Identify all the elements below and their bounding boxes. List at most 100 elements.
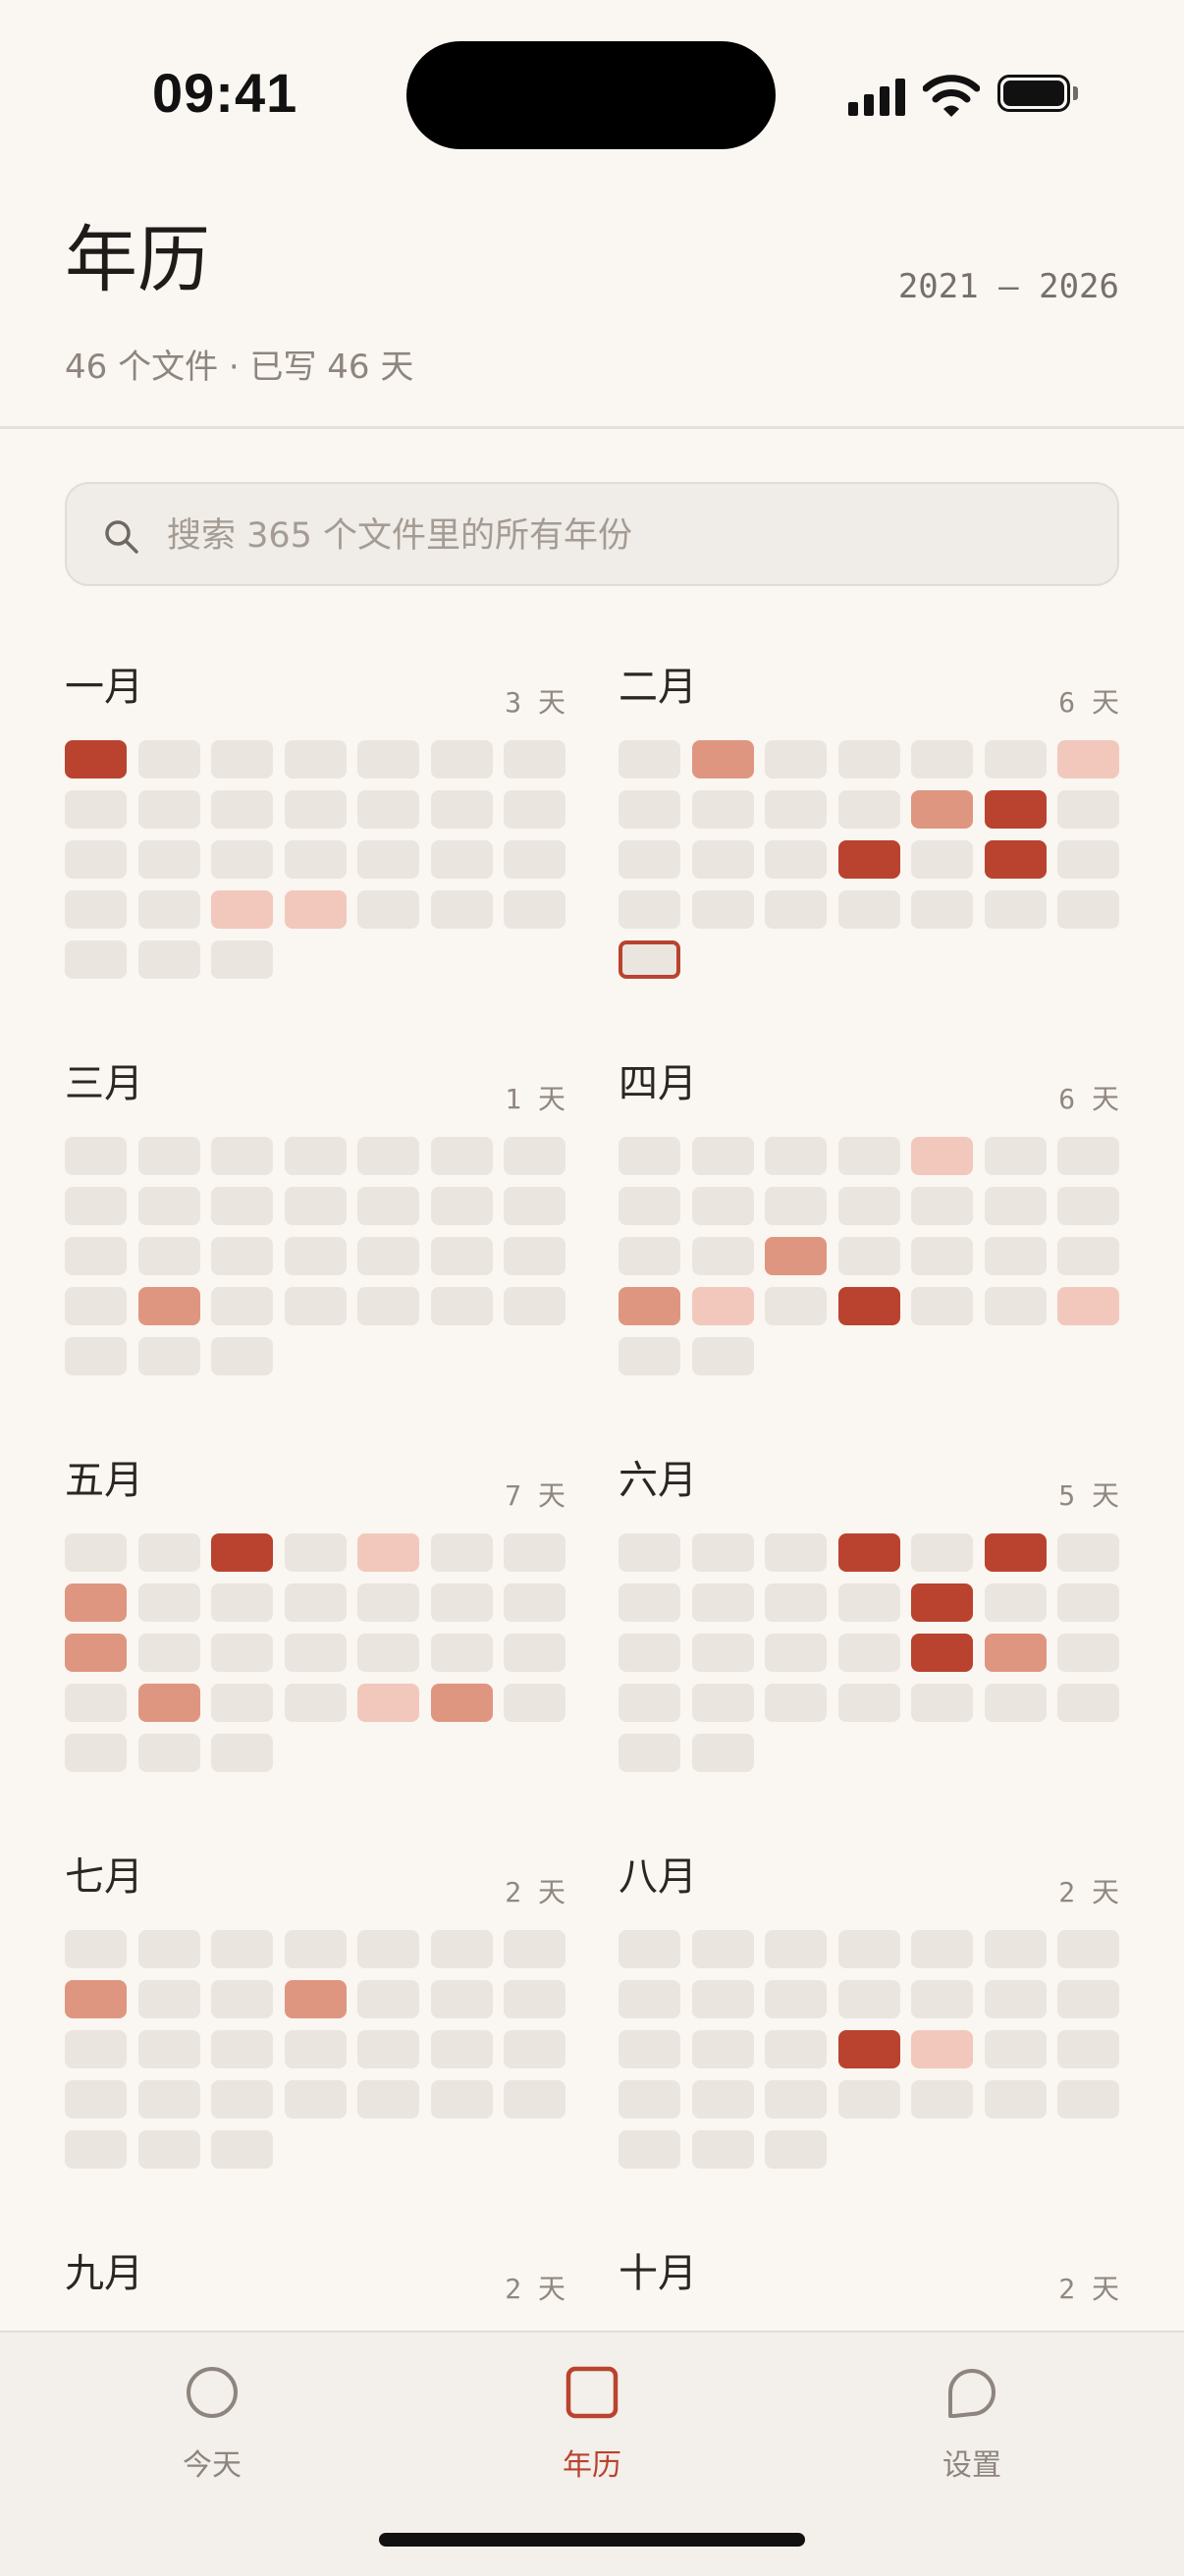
day-cell[interactable] [211,790,273,829]
day-cell[interactable] [1057,1237,1119,1275]
day-cell[interactable] [911,1980,973,2018]
day-cell[interactable] [285,1980,347,2018]
day-cell[interactable] [692,1930,754,1968]
day-cell[interactable] [838,1980,900,2018]
day-cell[interactable] [985,1930,1047,1968]
day-cell[interactable] [431,1237,493,1275]
day-cell[interactable] [1057,1187,1119,1225]
day-cell[interactable] [911,1930,973,1968]
day-cell[interactable] [431,1684,493,1722]
day-cell[interactable] [357,1287,419,1325]
day-cell-today[interactable] [619,940,680,979]
day-cell[interactable] [357,1930,419,1968]
day-cell[interactable] [431,1980,493,2018]
day-cell[interactable] [838,1287,900,1325]
day-cell[interactable] [692,2080,754,2119]
day-cell[interactable] [211,1634,273,1672]
day-cell[interactable] [211,840,273,879]
day-cell[interactable] [619,1337,680,1375]
day-cell[interactable] [138,1337,200,1375]
day-cell[interactable] [285,1634,347,1672]
day-cell[interactable] [65,2030,127,2068]
day-cell[interactable] [838,1583,900,1622]
day-cell[interactable] [1057,1684,1119,1722]
day-cell[interactable] [357,1684,419,1722]
day-cell[interactable] [838,1187,900,1225]
day-cell[interactable] [504,1533,565,1572]
day-cell[interactable] [619,1137,680,1175]
day-cell[interactable] [911,1137,973,1175]
day-cell[interactable] [619,1533,680,1572]
day-cell[interactable] [504,2080,565,2119]
day-cell[interactable] [65,1137,127,1175]
day-cell[interactable] [765,1137,827,1175]
day-cell[interactable] [619,1980,680,2018]
day-cell[interactable] [1057,1980,1119,2018]
day-cell[interactable] [138,940,200,979]
day-cell[interactable] [431,790,493,829]
day-cell[interactable] [357,1583,419,1622]
day-cell[interactable] [985,1187,1047,1225]
day-cell[interactable] [1057,2080,1119,2119]
day-cell[interactable] [765,1684,827,1722]
day-cell[interactable] [985,2080,1047,2119]
day-cell[interactable] [1057,840,1119,879]
day-cell[interactable] [285,790,347,829]
day-cell[interactable] [357,790,419,829]
day-cell[interactable] [138,1684,200,1722]
day-cell[interactable] [692,1634,754,1672]
day-cell[interactable] [65,1187,127,1225]
day-cell[interactable] [765,2080,827,2119]
day-cell[interactable] [765,1930,827,1968]
day-cell[interactable] [65,1583,127,1622]
day-cell[interactable] [357,740,419,778]
day-cell[interactable] [692,1533,754,1572]
day-cell[interactable] [65,1684,127,1722]
day-cell[interactable] [911,890,973,929]
day-cell[interactable] [619,1930,680,1968]
day-cell[interactable] [765,1287,827,1325]
day-cell[interactable] [985,840,1047,879]
day-cell[interactable] [138,1237,200,1275]
day-cell[interactable] [765,1533,827,1572]
day-cell[interactable] [692,840,754,879]
day-cell[interactable] [211,1684,273,1722]
day-cell[interactable] [1057,740,1119,778]
day-cell[interactable] [838,840,900,879]
day-cell[interactable] [619,740,680,778]
day-cell[interactable] [838,2030,900,2068]
day-cell[interactable] [431,1287,493,1325]
day-cell[interactable] [765,2030,827,2068]
day-cell[interactable] [357,890,419,929]
day-cell[interactable] [985,1137,1047,1175]
day-cell[interactable] [138,1187,200,1225]
day-cell[interactable] [619,2080,680,2119]
day-cell[interactable] [1057,1533,1119,1572]
day-cell[interactable] [285,890,347,929]
day-cell[interactable] [692,1583,754,1622]
day-cell[interactable] [211,1533,273,1572]
day-cell[interactable] [985,1980,1047,2018]
day-cell[interactable] [911,840,973,879]
day-cell[interactable] [285,1187,347,1225]
day-cell[interactable] [211,890,273,929]
day-cell[interactable] [692,1237,754,1275]
day-cell[interactable] [431,2080,493,2119]
day-cell[interactable] [985,890,1047,929]
day-cell[interactable] [911,1684,973,1722]
day-cell[interactable] [911,790,973,829]
day-cell[interactable] [138,740,200,778]
day-cell[interactable] [211,1287,273,1325]
day-cell[interactable] [65,1337,127,1375]
day-cell[interactable] [838,1533,900,1572]
day-cell[interactable] [211,740,273,778]
day-cell[interactable] [65,2080,127,2119]
day-cell[interactable] [138,2130,200,2169]
day-cell[interactable] [211,1583,273,1622]
day-cell[interactable] [838,1137,900,1175]
tab-calendar[interactable]: 年历 [494,2333,690,2529]
day-cell[interactable] [504,1237,565,1275]
day-cell[interactable] [838,740,900,778]
day-cell[interactable] [211,1237,273,1275]
day-cell[interactable] [985,1287,1047,1325]
